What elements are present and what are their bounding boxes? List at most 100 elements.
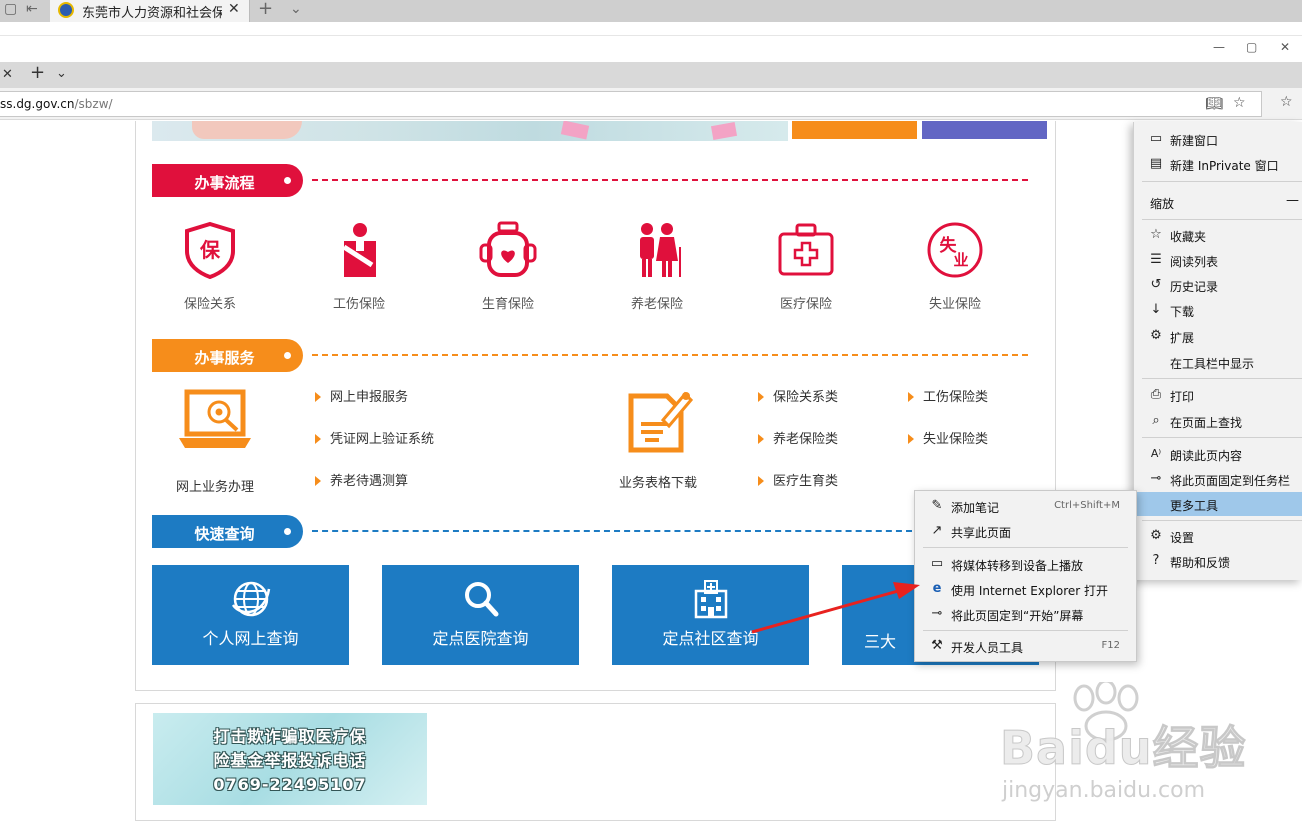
minimize-icon[interactable]: —: [1213, 40, 1225, 54]
url-input[interactable]: ss.dg.gov.cn/sbzw/ 📖︎ ☆: [0, 91, 1262, 117]
menu-new-window[interactable]: ▭ 新建窗口: [1134, 127, 1302, 151]
process-item-shiye[interactable]: 失 业 失业保险: [895, 221, 1015, 312]
cast-icon: ▭: [930, 556, 944, 571]
browser-main-menu: ▭ 新建窗口 ▤ 新建 InPrivate 窗口 缩放 — ☆ 收藏夹 ☰ 阅读列表 ↺ 历…: [1133, 122, 1302, 580]
menu-read-aloud[interactable]: A⁾ 朗读此页内容: [1134, 442, 1302, 466]
elderly-couple-icon: [640, 223, 681, 277]
online-business-link[interactable]: 网上业务办理: [153, 386, 277, 495]
process-item-yiliao[interactable]: 医疗保险: [746, 221, 866, 312]
service-link-right-1[interactable]: 养老保险类: [758, 428, 838, 447]
svg-text:保: 保: [199, 238, 221, 262]
process-item-yanglao[interactable]: 养老保险: [597, 221, 717, 312]
history-icon: ↺: [1150, 277, 1162, 292]
service-link-1[interactable]: 凭证网上验证系统: [315, 428, 434, 447]
banner-purple-block[interactable]: [922, 121, 1047, 139]
extensions-icon: ⚙: [1150, 328, 1162, 343]
menu-new-inprivate[interactable]: ▤ 新建 InPrivate 窗口: [1134, 152, 1302, 176]
baidu-watermark: Baidu经验 jingyan.baidu.com: [1000, 682, 1300, 822]
service-link-right-4[interactable]: 失业保险类: [908, 428, 988, 447]
submenu-share-page[interactable]: ↗ 共享此页面: [915, 519, 1136, 543]
menu-more-tools[interactable]: 更多工具: [1134, 492, 1302, 516]
pin-icon: ⊸: [1150, 471, 1162, 486]
menu-show-in-toolbar[interactable]: 在工具栏中显示: [1134, 350, 1302, 374]
tab-strip: ✕ + ⌄: [0, 62, 1302, 88]
quick-query-community[interactable]: 定点社区查询: [612, 565, 809, 665]
fraud-report-banner[interactable]: 打击欺诈骗取医疗保 险基金举报投诉电话 0769-22495107: [153, 713, 427, 805]
chevron-down-icon[interactable]: ⌄: [290, 1, 302, 17]
process-item-gongshang[interactable]: 工伤保险: [299, 221, 419, 312]
screenshot-root: ▢ ⇤ 东莞市人力资源和社会保 ✕ + ⌄ — ▢ ✕ ✕ + ⌄ ss.dg.…: [0, 0, 1302, 825]
menu-zoom: 缩放 —: [1150, 193, 1299, 211]
menu-history[interactable]: ↺ 历史记录: [1134, 273, 1302, 297]
menu-print[interactable]: ⎙ 打印: [1134, 383, 1302, 407]
window-icon: ▭: [1149, 131, 1163, 146]
service-link-right-0[interactable]: 保险关系类: [758, 386, 838, 405]
banner-image: [152, 121, 788, 141]
inprivate-icon: ▤: [1149, 156, 1163, 171]
outer-tab-strip: ▢ ⇤ 东莞市人力资源和社会保 ✕ + ⌄: [0, 0, 1302, 22]
section-divider: [312, 354, 1028, 356]
favorite-star-icon[interactable]: ☆: [1233, 95, 1246, 111]
find-icon: ⌕: [1152, 413, 1160, 428]
shield-bao-icon: 保: [185, 221, 235, 279]
close-window-icon[interactable]: ✕: [1280, 40, 1290, 54]
reading-view-icon[interactable]: 📖︎: [1205, 96, 1223, 112]
submenu-add-notes[interactable]: ✎ 添加笔记 Ctrl+Shift+M: [915, 494, 1136, 518]
menu-help-feedback[interactable]: ? 帮助和反馈: [1134, 549, 1302, 573]
read-aloud-icon: A⁾: [1150, 447, 1162, 460]
section-divider: [312, 530, 912, 532]
svg-text:业: 业: [953, 251, 968, 269]
set-aside-tabs-icon[interactable]: ⇤: [26, 1, 38, 17]
process-item-baoxianguanxi[interactable]: 保 保险关系: [150, 221, 270, 312]
menu-settings[interactable]: ⚙ 设置: [1134, 524, 1302, 548]
menu-extensions[interactable]: ⚙ 扩展: [1134, 324, 1302, 348]
download-icon: ↓: [1150, 302, 1162, 317]
maximize-icon[interactable]: ▢: [1246, 40, 1257, 54]
service-link-2[interactable]: 养老待遇测算: [315, 470, 408, 489]
menu-find-on-page[interactable]: ⌕ 在页面上查找: [1134, 409, 1302, 433]
injured-worker-icon: [342, 223, 376, 277]
hospital-building-icon: [694, 580, 727, 619]
new-tab-icon[interactable]: +: [30, 62, 45, 83]
more-tools-submenu: ✎ 添加笔记 Ctrl+Shift+M ↗ 共享此页面 ▭ 将媒体转移到设备上播放 e使…: [914, 490, 1137, 662]
ie-icon: e: [932, 581, 942, 596]
section-header-process: 办事流程: [152, 164, 303, 197]
print-icon: ⎙: [1150, 387, 1162, 402]
submenu-cast-media[interactable]: ▭ 将媒体转移到设备上播放: [915, 552, 1136, 576]
help-icon: ?: [1152, 553, 1160, 568]
quick-query-personal[interactable]: 个人网上查询: [152, 565, 349, 665]
tab-list-icon[interactable]: ▢: [4, 1, 17, 17]
process-item-shengyu[interactable]: 生育保险: [448, 221, 568, 312]
form-edit-icon: [628, 391, 693, 453]
baby-bottle-icon: [479, 221, 537, 277]
section-header-service: 办事服务: [152, 339, 303, 372]
new-tab-icon[interactable]: +: [258, 0, 273, 19]
service-link-right-3[interactable]: 工伤保险类: [908, 386, 988, 405]
medical-kit-icon: [778, 223, 834, 276]
section-divider: [312, 179, 1028, 181]
submenu-open-with-ie[interactable]: e 使用 Internet Explorer 打开: [915, 577, 1136, 601]
banner-orange-block[interactable]: [792, 121, 917, 139]
outer-active-tab[interactable]: 东莞市人力资源和社会保 ✕: [50, 0, 250, 22]
circle-shiye-icon: 失 业: [927, 222, 983, 278]
form-download-link[interactable]: 业务表格下载: [598, 386, 718, 491]
zoom-out-button[interactable]: —: [1286, 193, 1299, 208]
outer-toolbar-fragment: [0, 22, 1302, 36]
favorites-bar-icon[interactable]: ☆: [1280, 94, 1293, 110]
close-tab-icon[interactable]: ✕: [228, 1, 240, 17]
menu-reading-list[interactable]: ☰ 阅读列表: [1134, 248, 1302, 272]
menu-favorites[interactable]: ☆ 收藏夹: [1134, 223, 1302, 247]
close-tab-icon[interactable]: ✕: [2, 67, 13, 82]
chevron-down-icon[interactable]: ⌄: [56, 66, 67, 81]
menu-downloads[interactable]: ↓ 下载: [1134, 298, 1302, 322]
service-link-0[interactable]: 网上申报服务: [315, 386, 408, 405]
address-bar: ss.dg.gov.cn/sbzw/ 📖︎ ☆ ☆: [0, 88, 1302, 120]
submenu-developer-tools[interactable]: ⚒ 开发人员工具 F12: [915, 634, 1136, 658]
share-icon: ↗: [931, 523, 943, 538]
quick-query-hospital[interactable]: 定点医院查询: [382, 565, 579, 665]
pen-icon: ✎: [931, 498, 943, 513]
service-link-right-2[interactable]: 医疗生育类: [758, 470, 838, 489]
pin-start-icon: ⊸: [931, 606, 943, 621]
menu-pin-taskbar[interactable]: ⊸ 将此页面固定到任务栏: [1134, 467, 1302, 491]
submenu-pin-to-start[interactable]: ⊸ 将此页固定到“开始”屏幕: [915, 602, 1136, 626]
